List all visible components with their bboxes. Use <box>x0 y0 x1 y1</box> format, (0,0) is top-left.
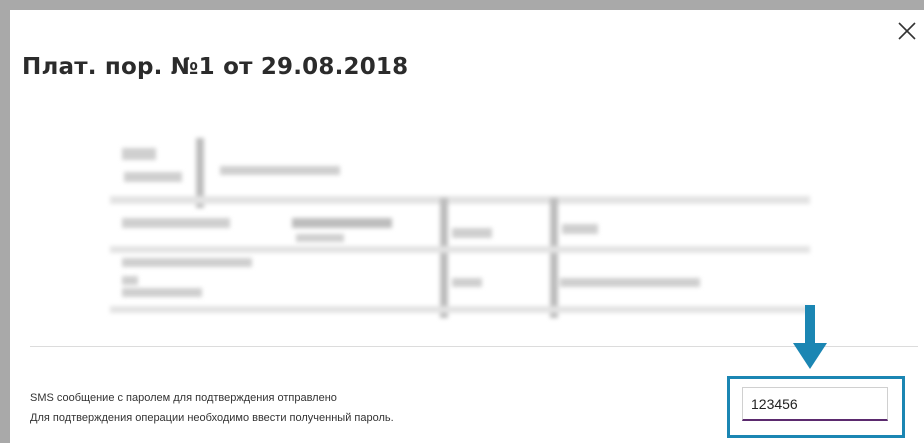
sms-sent-message: SMS сообщение с паролем для подтверждени… <box>30 392 337 404</box>
payment-order-modal: Плат. пор. №1 от 29.08.2018 SMS сообщени… <box>10 10 924 443</box>
arrow-down-icon <box>793 305 827 371</box>
enter-password-instruction: Для подтверждения операции необходимо вв… <box>30 412 394 424</box>
section-divider <box>30 346 918 347</box>
page-title: Плат. пор. №1 от 29.08.2018 <box>22 54 409 80</box>
sms-confirmation-text: SMS сообщение с паролем для подтверждени… <box>30 388 394 428</box>
sms-password-input[interactable] <box>742 387 888 421</box>
close-icon[interactable] <box>896 20 918 42</box>
password-input-highlight <box>727 376 905 438</box>
blurred-document-preview <box>110 128 810 318</box>
